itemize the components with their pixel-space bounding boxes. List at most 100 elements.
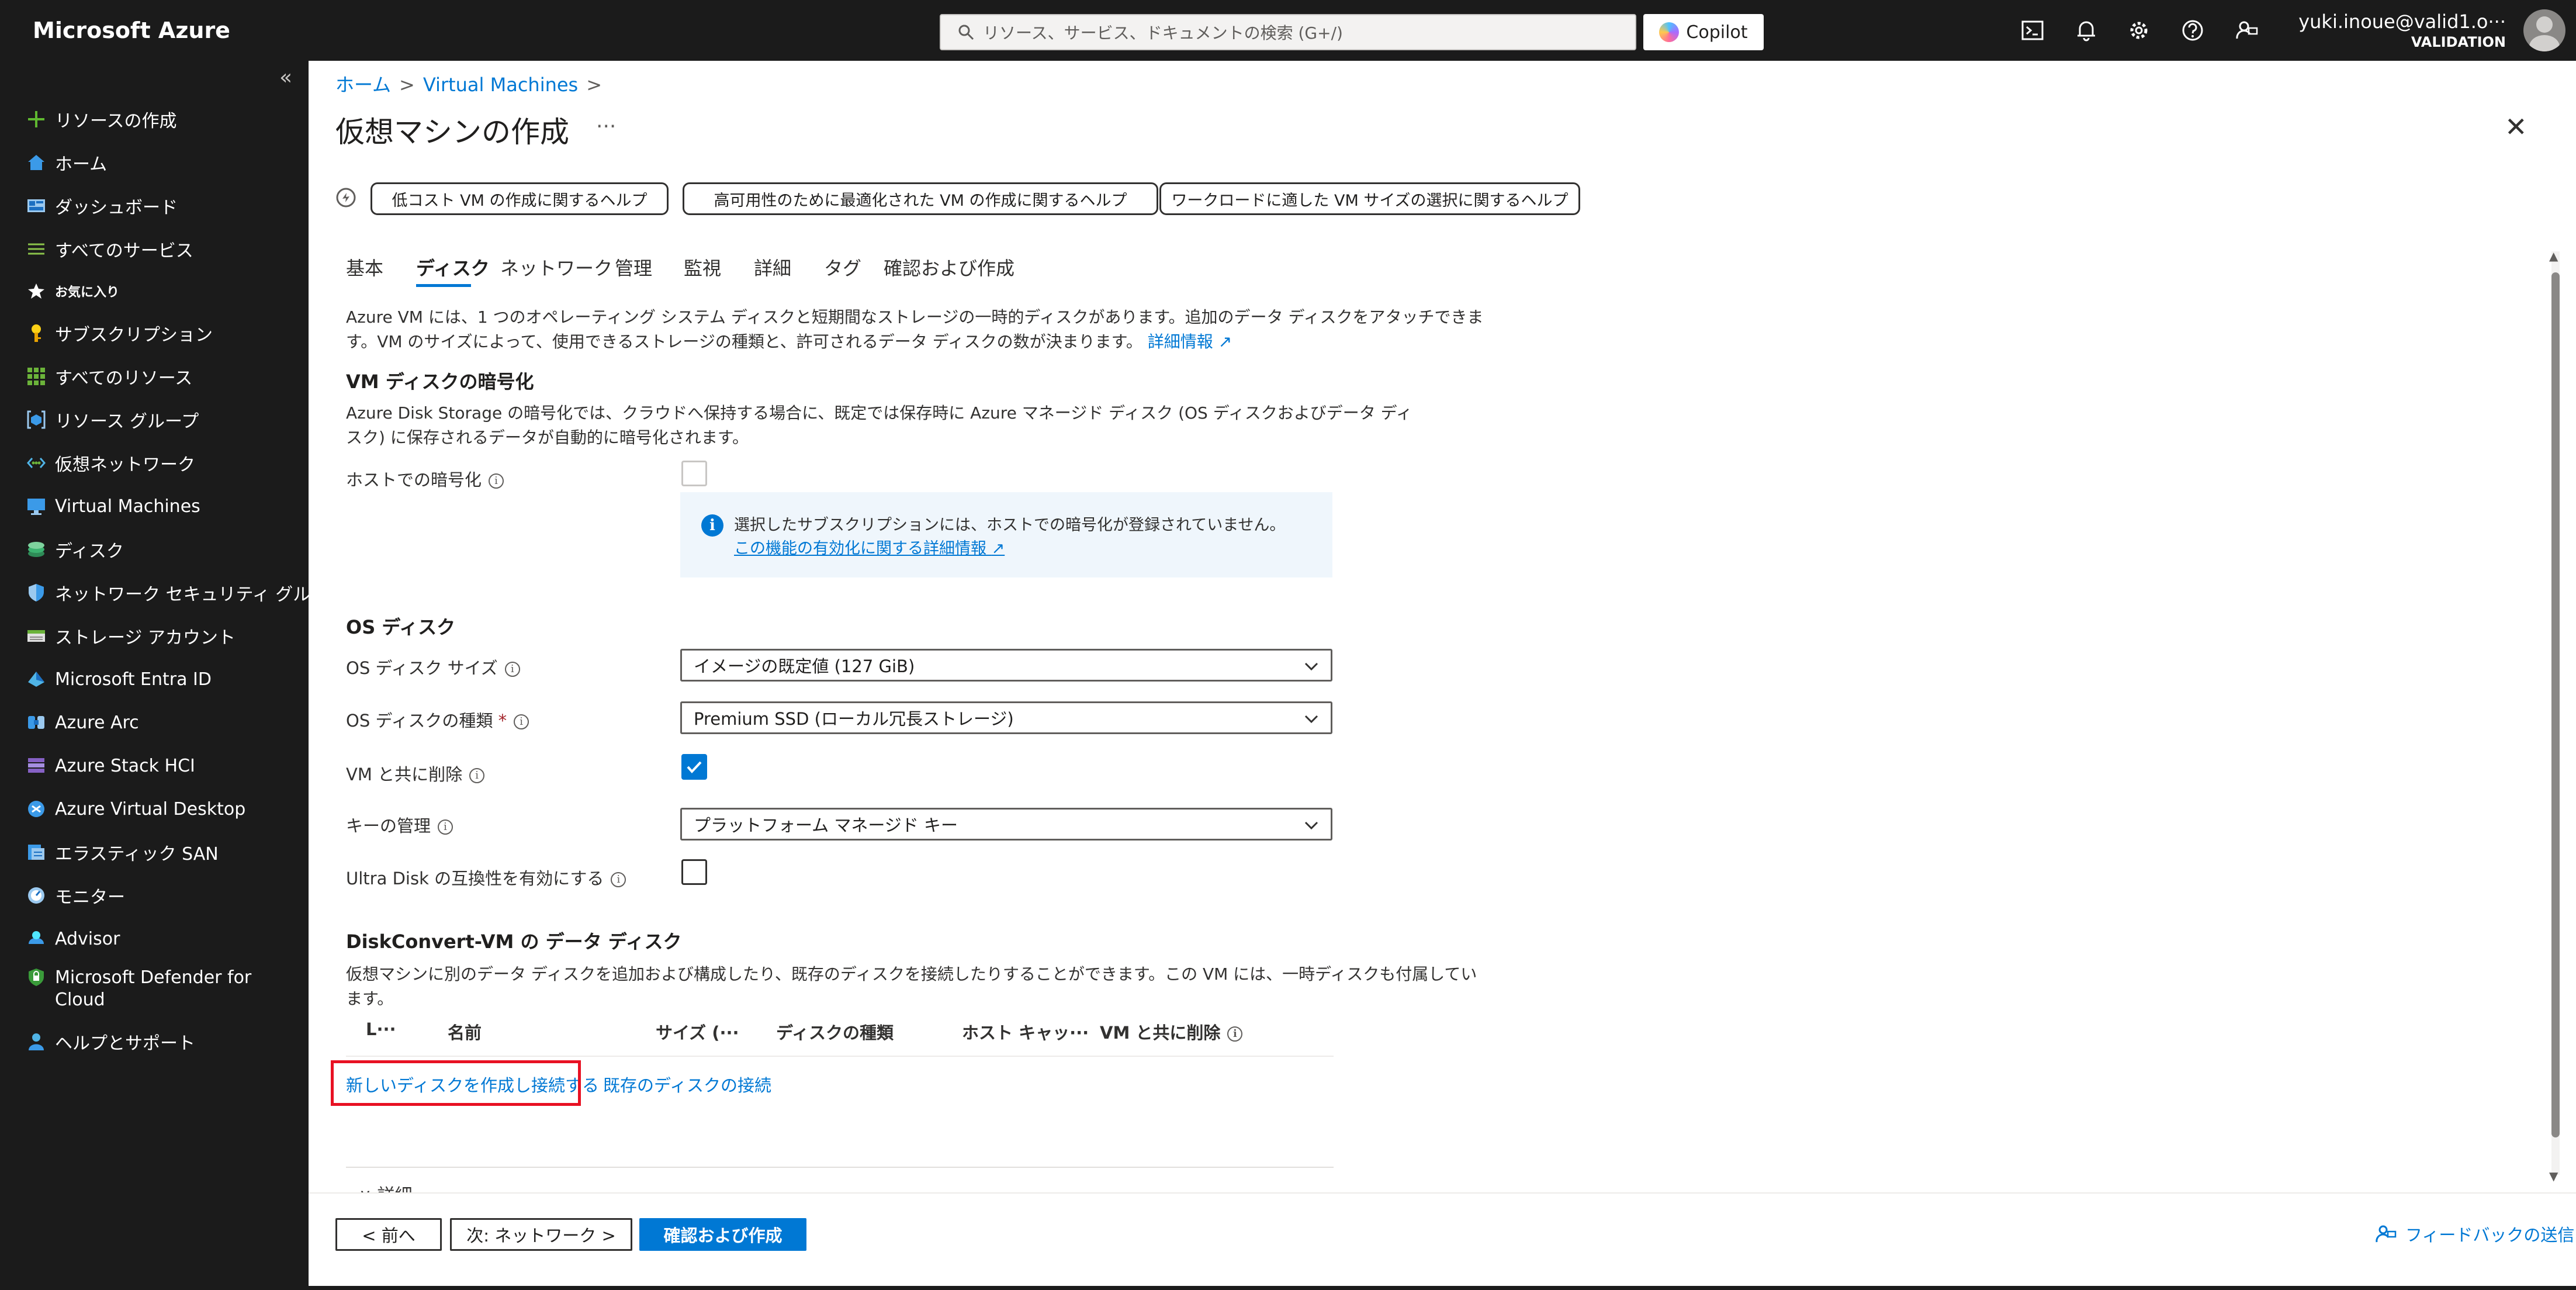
info-icon[interactable]: i xyxy=(489,473,504,489)
page-title: 仮想マシンの作成 xyxy=(335,115,569,149)
copilot-button[interactable]: Copilot xyxy=(1643,14,1764,50)
sidebar-item-advisor[interactable]: Advisor xyxy=(26,921,120,956)
info-icon[interactable]: i xyxy=(504,662,520,677)
sidebar-item-create-resource[interactable]: リソースの作成 xyxy=(26,102,177,137)
key-management-dropdown[interactable]: プラットフォーム マネージド キー xyxy=(680,808,1332,841)
global-search[interactable]: リソース、サービス、ドキュメントの検索 (G+/) xyxy=(940,14,1636,50)
data-disks-line-2: ます。 xyxy=(346,989,394,1008)
search-placeholder: リソース、サービス、ドキュメントの検索 (G+/) xyxy=(983,23,1343,43)
help-high-availability-vm-button[interactable]: 高可用性のために最適化された VM の作成に関するヘルプ xyxy=(683,182,1158,215)
os-disk-size-dropdown[interactable]: イメージの既定値 (127 GiB) xyxy=(680,649,1332,682)
info-icon[interactable]: i xyxy=(611,872,626,887)
os-disk-size-label: OS ディスク サイズ i xyxy=(346,655,520,679)
sidebar-item-defender[interactable]: Microsoft Defender for Cloud xyxy=(26,964,251,1017)
column-header-name[interactable]: 名前 xyxy=(448,1019,482,1044)
tab-networking[interactable]: ネットワーク xyxy=(500,254,612,281)
cloud-shell-icon[interactable] xyxy=(2020,18,2045,43)
sidebar-item-elastic-san[interactable]: エラスティック SAN xyxy=(26,835,219,870)
sidebar-item-disks[interactable]: ディスク xyxy=(26,532,124,567)
avatar[interactable] xyxy=(2523,9,2565,51)
key-icon xyxy=(26,323,47,344)
help-icon[interactable] xyxy=(2180,18,2205,43)
sidebar-item-virtual-networks[interactable]: 仮想ネットワーク xyxy=(26,445,195,480)
previous-button[interactable]: < 前へ xyxy=(335,1218,442,1251)
sidebar-item-azure-arc[interactable]: Azure Arc xyxy=(26,705,139,740)
info-icon[interactable]: i xyxy=(438,819,453,835)
info-icon[interactable]: i xyxy=(469,768,485,783)
feedback-icon[interactable] xyxy=(2234,18,2259,43)
help-vm-size-button[interactable]: ワークロードに適した VM サイズの選択に関するヘルプ xyxy=(1159,182,1580,215)
bell-icon[interactable] xyxy=(2073,18,2099,43)
tab-management[interactable]: 管理 xyxy=(615,254,652,281)
tab-advanced[interactable]: 詳細 xyxy=(754,254,791,281)
delete-with-vm-label: VM と共に削除 i xyxy=(346,761,485,786)
sidebar-item-label: サブスクリプション xyxy=(55,325,213,345)
encryption-at-host-label: ホストでの暗号化 i xyxy=(346,466,504,491)
learn-more-link[interactable]: 詳細情報 xyxy=(1148,332,1213,351)
collapse-sidebar-button[interactable]: « xyxy=(279,65,292,89)
more-options-button[interactable]: ··· xyxy=(596,115,616,139)
sidebar-section-favorites: お気に入り xyxy=(26,274,119,309)
sidebar-item-label: Azure Arc xyxy=(55,712,139,733)
column-header-lun[interactable]: L··· xyxy=(366,1019,396,1039)
tab-tags[interactable]: タグ xyxy=(824,254,861,281)
sidebar-item-entra-id[interactable]: Microsoft Entra ID xyxy=(26,662,212,697)
sidebar-item-nsg[interactable]: ネットワーク セキュリティ グループ xyxy=(26,575,344,610)
account-menu[interactable]: yuki.inoue@valid1.o··· VALIDATION xyxy=(2298,11,2506,50)
column-header-host-caching[interactable]: ホスト キャッ··· xyxy=(962,1019,1089,1044)
ultra-disk-checkbox[interactable] xyxy=(681,859,707,885)
breadcrumb-home[interactable]: ホーム xyxy=(335,74,391,96)
attach-existing-disk-link[interactable]: 既存のディスクの接続 xyxy=(603,1072,771,1097)
sidebar-item-monitor[interactable]: モニター xyxy=(26,878,125,913)
sidebar-item-label: ホーム xyxy=(55,154,108,175)
content-scrollbar-thumb[interactable] xyxy=(2551,272,2560,1137)
delete-with-vm-checkbox[interactable] xyxy=(681,754,707,780)
sidebar-item-resource-groups[interactable]: リソース グループ xyxy=(26,402,199,437)
column-header-size[interactable]: サイズ (··· xyxy=(656,1019,739,1044)
sidebar-item-all-resources[interactable]: すべてのリソース xyxy=(26,359,192,394)
tab-review-create[interactable]: 確認および作成 xyxy=(884,254,1015,281)
sidebar-item-virtual-desktop[interactable]: Azure Virtual Desktop xyxy=(26,791,245,826)
encryption-line-1: Azure Disk Storage の暗号化では、クラウドへ保持する場合に、既… xyxy=(346,403,1412,423)
sidebar-item-label: ディスク xyxy=(55,541,124,562)
scroll-down-arrow-icon[interactable]: ▼ xyxy=(2549,1169,2562,1183)
send-feedback-link[interactable]: フィードバックの送信 xyxy=(2374,1222,2574,1246)
intro-line-1: Azure VM には、1 つのオペレーティング システム ディスクと短期間なス… xyxy=(346,307,1484,327)
info-icon[interactable]: i xyxy=(514,714,529,729)
sidebar-item-virtual-machines[interactable]: Virtual Machines xyxy=(26,489,200,524)
breadcrumb-virtual-machines[interactable]: Virtual Machines xyxy=(423,74,578,96)
sidebar-item-home[interactable]: ホーム xyxy=(26,145,107,180)
tab-monitoring[interactable]: 監視 xyxy=(684,254,721,281)
sidebar-item-help-support[interactable]: ヘルプとサポート xyxy=(26,1024,195,1059)
review-create-button[interactable]: 確認および作成 xyxy=(639,1218,806,1251)
next-networking-button[interactable]: 次: ネットワーク > xyxy=(450,1218,632,1251)
tab-disks[interactable]: ディスク xyxy=(416,254,490,281)
sidebar-item-storage-accounts[interactable]: ストレージ アカウント xyxy=(26,618,236,653)
sidebar-item-dashboard[interactable]: ダッシュボード xyxy=(26,188,178,223)
os-disk-type-dropdown[interactable]: Premium SSD (ローカル冗長ストレージ) xyxy=(680,701,1332,734)
home-icon xyxy=(26,152,47,173)
brand-logo[interactable]: Microsoft Azure xyxy=(33,18,230,43)
tab-basics[interactable]: 基本 xyxy=(346,254,383,281)
highlight-annotation-box xyxy=(331,1060,581,1106)
help-low-cost-vm-button[interactable]: 低コスト VM の作成に関するヘルプ xyxy=(371,182,669,215)
breadcrumb: ホーム > Virtual Machines > xyxy=(335,70,610,97)
sidebar-item-label-line2: Cloud xyxy=(55,990,105,1010)
chevron-down-icon xyxy=(1304,715,1318,724)
sidebar-item-subscriptions[interactable]: サブスクリプション xyxy=(26,316,213,351)
scroll-up-arrow-icon[interactable]: ▲ xyxy=(2549,249,2562,263)
entra-icon xyxy=(26,669,47,690)
sidebar-item-label: Azure Virtual Desktop xyxy=(55,798,246,819)
resource-group-icon xyxy=(26,409,47,430)
sidebar-item-all-services[interactable]: すべてのサービス xyxy=(26,231,193,267)
advisor-icon xyxy=(26,928,47,949)
encryption-at-host-checkbox[interactable] xyxy=(681,461,707,486)
gear-icon[interactable] xyxy=(2126,18,2152,43)
sidebar-item-label: ヘルプとサポート xyxy=(55,1033,195,1054)
info-icon[interactable]: i xyxy=(1227,1026,1243,1042)
column-header-disk-type[interactable]: ディスクの種類 xyxy=(776,1019,894,1044)
close-blade-button[interactable]: ✕ xyxy=(2505,111,2527,143)
sidebar-item-stack-hci[interactable]: Azure Stack HCI xyxy=(26,748,195,783)
enable-feature-link[interactable]: この機能の有効化に関する詳細情報 ↗ xyxy=(734,535,1005,558)
column-header-delete-with-vm[interactable]: VM と共に削除 i xyxy=(1100,1019,1243,1044)
